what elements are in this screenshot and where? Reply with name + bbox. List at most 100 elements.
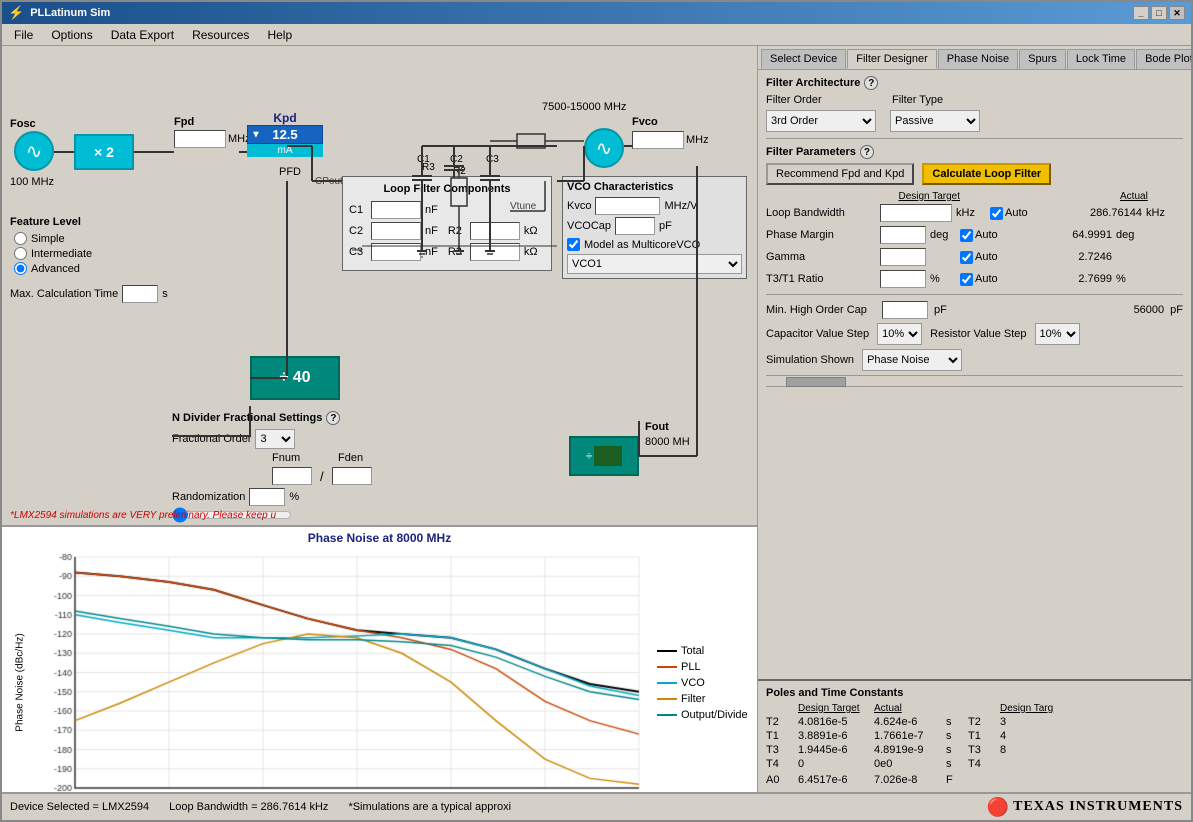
loop-bw-actual-unit: kHz xyxy=(1146,207,1182,219)
cap-step-select[interactable]: 10%5%1% xyxy=(877,323,922,345)
divider-1 xyxy=(766,138,1183,139)
tab-spurs[interactable]: Spurs xyxy=(1019,49,1066,69)
lf-c2-input[interactable]: 68 xyxy=(371,222,421,240)
vcocap-input[interactable]: 70 xyxy=(615,217,655,235)
fden-input[interactable]: 200 xyxy=(332,467,372,485)
lf-c3-label: C3 xyxy=(349,246,367,258)
chart-title: Phase Noise at 8000 MHz xyxy=(10,531,749,545)
radio-simple: Simple xyxy=(14,232,170,245)
ti-brand: TEXAS INSTRUMENTS xyxy=(1013,799,1183,815)
gamma-auto-check[interactable] xyxy=(960,251,973,264)
menu-file[interactable]: File xyxy=(6,26,41,44)
lf-r3-input[interactable]: 0.018 xyxy=(470,243,520,261)
x2-label: × 2 xyxy=(94,144,114,160)
menu-help[interactable]: Help xyxy=(259,26,300,44)
div1-symbol: ÷ xyxy=(586,449,593,463)
ti-logo: 🔴 TEXAS INSTRUMENTS xyxy=(987,797,1183,818)
title-bar: ⚡ PLLatinum Sim _ □ ✕ xyxy=(2,2,1191,24)
c2-wire-label: C2 xyxy=(450,154,463,165)
poles-actual: Actual xyxy=(874,703,942,714)
filter-arch-label: Filter Architecture xyxy=(766,77,860,89)
lf-c3-input[interactable]: 1.8 xyxy=(371,243,421,261)
filter-type-select[interactable]: PassiveActive xyxy=(890,110,980,132)
scrollbar-thumb[interactable] xyxy=(786,377,846,387)
radio-advanced: Advanced xyxy=(14,262,170,275)
calculate-btn[interactable]: Calculate Loop Filter xyxy=(922,163,1051,185)
lf-c1-input[interactable]: 0.39 xyxy=(371,201,421,219)
kvco-input[interactable]: 91.284 xyxy=(595,197,660,215)
tab-bar: Select Device Filter Designer Phase Nois… xyxy=(758,46,1191,70)
frac-order-select[interactable]: 345 xyxy=(255,429,295,449)
t3t1-input[interactable]: 50 xyxy=(880,270,926,288)
radio-intermediate-input[interactable] xyxy=(14,247,27,260)
a0-design: 6.4517e-6 xyxy=(798,774,870,786)
cpout-label: CPout xyxy=(315,176,343,187)
phase-margin-auto-check[interactable] xyxy=(960,229,973,242)
radio-simple-input[interactable] xyxy=(14,232,27,245)
minimize-button[interactable]: _ xyxy=(1133,6,1149,20)
max-calc-input[interactable]: 20 xyxy=(122,285,158,303)
min-high-cap-input[interactable]: 1500 xyxy=(882,301,928,319)
legend-total-line xyxy=(657,650,677,652)
lf-c1-label: C1 xyxy=(349,204,367,216)
chart-inner xyxy=(30,547,649,792)
recommend-btn[interactable]: Recommend Fpd and Kpd xyxy=(766,163,914,185)
legend-output: Output/Divide xyxy=(657,709,749,721)
cap-step-label: Capacitor Value Step xyxy=(766,328,869,340)
filter-arch-help[interactable]: ? xyxy=(864,76,878,90)
fnum-input[interactable]: 0 xyxy=(272,467,312,485)
fvco-input[interactable]: 8000 xyxy=(632,131,684,149)
poles-header-row: Design Target Actual Design Targ xyxy=(766,703,1183,714)
t3t1-label: T3/T1 Ratio xyxy=(766,273,876,285)
gamma-auto-row: Auto xyxy=(960,251,1010,264)
legend-total-label: Total xyxy=(681,645,704,657)
div1-input[interactable]: 1 xyxy=(594,446,622,466)
lf-c3-unit: nF xyxy=(425,246,438,258)
loop-bw-auto-check[interactable] xyxy=(990,207,1003,220)
random-input[interactable]: 0 xyxy=(249,488,285,506)
multicore-row: Model as MulticoreVCO xyxy=(567,238,742,251)
ndiv-title: N Divider Fractional Settings ? xyxy=(172,411,374,425)
lf-r2-input[interactable]: 0.068 xyxy=(470,222,520,240)
filter-order-select[interactable]: 3rd Order1st Order2nd Order4th Order xyxy=(766,110,876,132)
sim-shown-select[interactable]: Phase NoiseSpursLock Time xyxy=(862,349,962,371)
menu-data-export[interactable]: Data Export xyxy=(103,26,182,44)
t1-actual: 1.7661e-7 xyxy=(874,730,942,742)
ph-design-target: Design Target xyxy=(880,191,960,202)
kpd-dropdown-arrow[interactable]: ▼ xyxy=(251,129,261,140)
phase-margin-input[interactable]: 48 xyxy=(880,226,926,244)
multicore-checkbox[interactable] xyxy=(567,238,580,251)
ph-empty xyxy=(766,703,794,714)
fosc-sine: ∿ xyxy=(14,131,54,171)
tab-bode-plot[interactable]: Bode Plot xyxy=(1136,49,1191,69)
fout-val: 8000 xyxy=(645,436,669,448)
frac-slash: / xyxy=(320,469,324,484)
gamma-input[interactable]: 0.7 xyxy=(880,248,926,266)
ph-actual: Actual xyxy=(1120,191,1191,202)
maximize-button[interactable]: □ xyxy=(1151,6,1167,20)
phase-margin-actual-unit: deg xyxy=(1116,229,1152,241)
max-calc-label: Max. Calculation Time xyxy=(10,288,118,300)
legend-filter-label: Filter xyxy=(681,693,705,705)
vco-select[interactable]: VCO1 xyxy=(567,254,742,274)
menu-options[interactable]: Options xyxy=(43,26,100,44)
filter-designer-panel: Filter Architecture ? Filter Order Filte… xyxy=(758,70,1191,679)
close-button[interactable]: ✕ xyxy=(1169,6,1185,20)
y-axis-label: Phase Noise (dBc/Hz) xyxy=(15,633,26,731)
res-step-select[interactable]: 10%5%1% xyxy=(1035,323,1080,345)
lf-c3-row: C3 1.8 nF R3 0.018 kΩ xyxy=(349,243,545,261)
fpd-input[interactable]: 200 xyxy=(174,130,226,148)
tab-select-device[interactable]: Select Device xyxy=(761,49,846,69)
legend-pll-label: PLL xyxy=(681,661,701,673)
tab-filter-designer[interactable]: Filter Designer xyxy=(847,49,937,69)
t3t1-auto-check[interactable] xyxy=(960,273,973,286)
loop-bw-input[interactable]: 334.6568 xyxy=(880,204,952,222)
tab-lock-time[interactable]: Lock Time xyxy=(1067,49,1135,69)
ndiv-help-btn[interactable]: ? xyxy=(326,411,340,425)
radio-advanced-input[interactable] xyxy=(14,262,27,275)
legend-output-line xyxy=(657,714,677,716)
filter-params-help[interactable]: ? xyxy=(860,145,874,159)
tab-phase-noise[interactable]: Phase Noise xyxy=(938,49,1018,69)
menu-resources[interactable]: Resources xyxy=(184,26,257,44)
fosc-value-row: 100 MHz xyxy=(10,176,54,188)
